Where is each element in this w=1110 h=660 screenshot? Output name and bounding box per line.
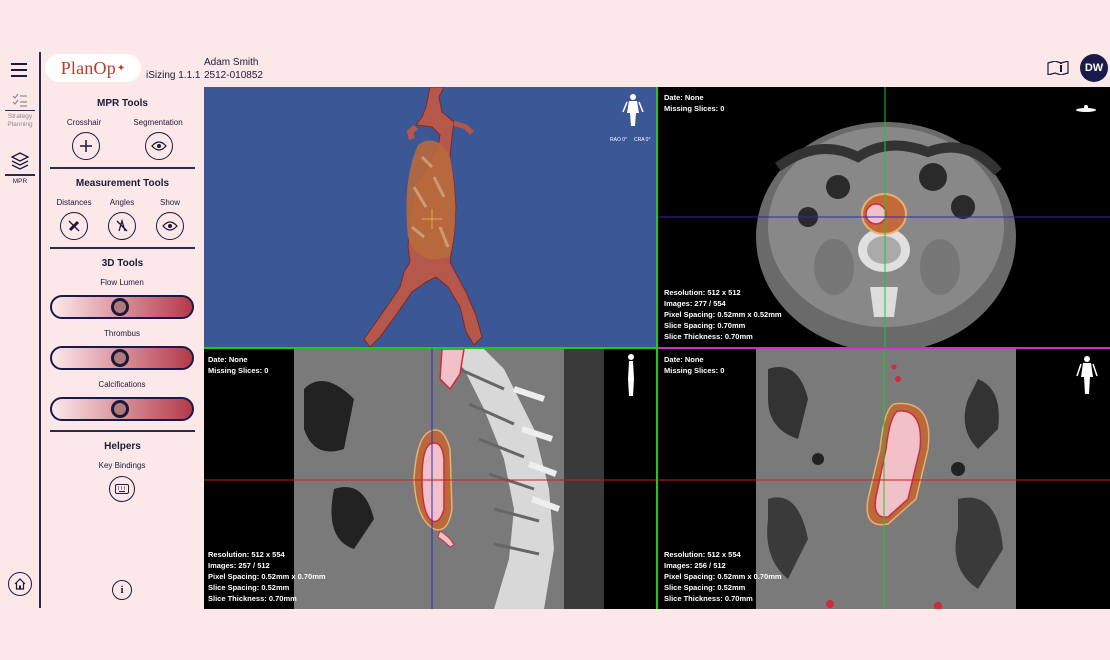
logo-star-icon: ✦ <box>116 62 126 74</box>
sagittal-resolution: Resolution: 512 x 554 <box>208 550 285 559</box>
rail-label-mpr: MPR <box>12 178 28 185</box>
sagittal-missing: Missing Slices: 0 <box>208 366 269 375</box>
body-orientation-icon <box>1076 356 1098 394</box>
segmentation-label: Segmentation <box>133 118 183 127</box>
cra-label: CRA 0° <box>634 137 651 143</box>
axial-info-bottom: Resolution: 512 x 512 Images: 277 / 554 … <box>664 287 782 342</box>
axial-pixel-spacing: Pixel Spacing: 0.52mm x 0.52mm <box>664 310 782 319</box>
flow-lumen-slider[interactable] <box>50 295 194 319</box>
thrombus-label: Thrombus <box>103 329 140 338</box>
brand-name: PlanOp <box>60 57 116 78</box>
manual-book-icon[interactable] <box>1047 61 1069 75</box>
keyboard-icon <box>115 484 129 494</box>
sagittal-date: Date: None <box>208 355 248 364</box>
ruler-icon <box>68 220 80 232</box>
info-button[interactable]: i <box>112 580 132 600</box>
patient-name: Adam Smith <box>204 57 259 68</box>
protractor-icon <box>116 219 128 232</box>
home-button[interactable] <box>8 572 32 596</box>
key-bindings-button[interactable] <box>109 476 135 502</box>
viewport-coronal[interactable]: Date: None Missing Slices: 0 Resolution:… <box>658 349 1110 609</box>
viewport-sagittal[interactable]: Date: None Missing Slices: 0 Resolution:… <box>204 349 657 609</box>
rail-item-mpr[interactable]: MPR <box>4 152 36 186</box>
calcifications-label: Calcifications <box>98 380 146 389</box>
axial-date: Date: None <box>664 93 704 102</box>
body-orientation-icon <box>622 94 644 126</box>
key-bindings-label: Key Bindings <box>98 461 146 470</box>
flow-lumen-label: Flow Lumen <box>100 278 144 287</box>
crosshair-button[interactable] <box>72 132 100 160</box>
sagittal-slice-spacing: Slice Spacing: 0.52mm <box>208 583 290 592</box>
measurement-tools-title: Measurement Tools <box>75 178 170 189</box>
axial-resolution: Resolution: 512 x 512 <box>664 288 741 297</box>
viewport-axial[interactable]: Date: None Missing Slices: 0 Resolution:… <box>658 87 1110 348</box>
viewport-3d[interactable]: RAO 0° CRA 0° <box>204 87 657 348</box>
segmentation-button[interactable] <box>145 132 173 160</box>
distances-button[interactable] <box>60 212 88 240</box>
eye-icon <box>162 221 178 231</box>
3d-tools-title: 3D Tools <box>101 258 144 269</box>
body-orientation-icon <box>628 354 634 396</box>
rao-label: RAO 0° <box>610 137 628 143</box>
section-divider <box>50 247 195 249</box>
coronal-slice-thickness: Slice Thickness: 0.70mm <box>664 594 753 603</box>
patient-id: 2512-010852 <box>204 70 263 81</box>
sagittal-info-bottom: Resolution: 512 x 554 Images: 257 / 512 … <box>208 549 326 604</box>
rail-label-strategy: Strategy Planning <box>7 113 33 128</box>
home-icon <box>14 578 26 590</box>
coronal-images: Images: 256 / 512 <box>664 561 726 570</box>
user-avatar[interactable]: DW <box>1080 54 1108 82</box>
menu-icon[interactable] <box>11 63 27 77</box>
sagittal-images: Images: 257 / 512 <box>208 561 270 570</box>
crosshair-label: Crosshair <box>66 118 102 127</box>
coronal-resolution: Resolution: 512 x 554 <box>664 550 741 559</box>
show-label: Show <box>159 198 180 207</box>
sagittal-info-top: Date: None Missing Slices: 0 <box>208 354 268 376</box>
coronal-date: Date: None <box>664 355 704 364</box>
slider-knob[interactable] <box>111 298 129 316</box>
plus-icon <box>80 140 92 152</box>
rail-divider <box>39 52 41 608</box>
thrombus-slider[interactable] <box>50 346 194 370</box>
coronal-slice-spacing: Slice Spacing: 0.52mm <box>664 583 746 592</box>
rail-bar-active <box>5 174 35 176</box>
mpr-tools-title: MPR Tools <box>97 98 148 109</box>
checklist-icon <box>12 93 27 107</box>
angles-button[interactable] <box>108 212 136 240</box>
layers-icon <box>11 152 29 170</box>
aorta-3d-render <box>363 87 483 348</box>
sagittal-pixel-spacing: Pixel Spacing: 0.52mm x 0.70mm <box>208 572 326 581</box>
rail-bar <box>5 110 35 111</box>
axial-slice-spacing: Slice Spacing: 0.70mm <box>664 321 746 330</box>
coronal-info-top: Date: None Missing Slices: 0 <box>664 354 724 376</box>
show-measurements-button[interactable] <box>156 212 184 240</box>
app-version: iSizing 1.1.1 <box>146 70 201 81</box>
slider-knob[interactable] <box>111 349 129 367</box>
section-divider <box>50 167 195 169</box>
helpers-title: Helpers <box>104 441 141 452</box>
viewport-divider-coronal <box>658 347 1110 349</box>
coronal-info-bottom: Resolution: 512 x 554 Images: 256 / 512 … <box>664 549 782 604</box>
rail-item-strategy-planning[interactable]: Strategy Planning <box>4 93 36 129</box>
axial-images: Images: 277 / 554 <box>664 299 726 308</box>
sagittal-slice-thickness: Slice Thickness: 0.70mm <box>208 594 297 603</box>
eye-icon <box>151 141 167 151</box>
coronal-missing: Missing Slices: 0 <box>664 366 725 375</box>
body-orientation-icon <box>1076 105 1096 112</box>
axial-missing: Missing Slices: 0 <box>664 104 725 113</box>
slider-knob[interactable] <box>111 400 129 418</box>
planop-logo: PlanOp ✦ <box>45 54 141 82</box>
section-divider <box>50 430 195 432</box>
axial-slice-thickness: Slice Thickness: 0.70mm <box>664 332 753 341</box>
viewport-divider-sagittal <box>204 347 657 349</box>
axial-info-top: Date: None Missing Slices: 0 <box>664 92 724 114</box>
coronal-pixel-spacing: Pixel Spacing: 0.52mm x 0.70mm <box>664 572 782 581</box>
calcifications-slider[interactable] <box>50 397 194 421</box>
